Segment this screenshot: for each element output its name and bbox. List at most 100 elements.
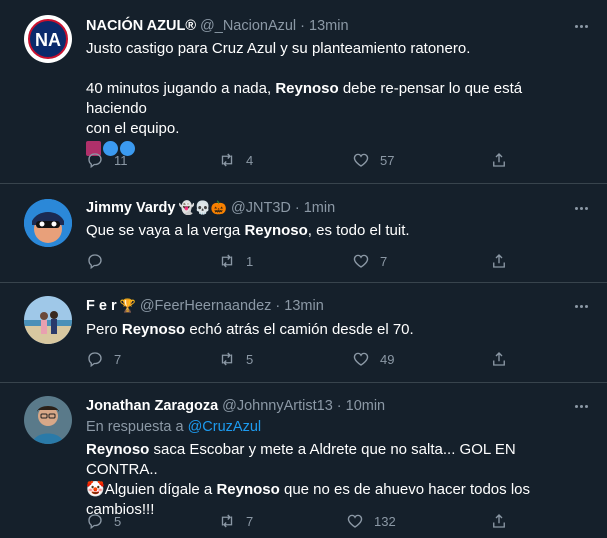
retweet-button[interactable]: 1	[218, 252, 253, 270]
tweet-header: Jimmy Vardy 👻💀🎃 @JNT3D · 1min	[86, 198, 581, 218]
tweet-line: 🤡Alguien dígale a Reynoso que no es de a…	[86, 480, 581, 500]
tweet[interactable]: Jimmy Vardy 👻💀🎃 @JNT3D · 1min Que se vay…	[0, 184, 607, 283]
text-bold: Reynoso	[275, 80, 339, 97]
tweet-text: Pero Reynoso echó atrás el camión desde …	[86, 320, 581, 340]
tweet-actions: 11 4 57	[86, 151, 527, 171]
like-button[interactable]: 49	[352, 350, 394, 368]
heart-icon	[353, 352, 369, 366]
separator-dot: ·	[336, 398, 342, 414]
more-icon[interactable]	[571, 16, 591, 36]
name-emojis: 👻💀🎃	[178, 200, 228, 215]
like-button[interactable]: 132	[346, 512, 396, 530]
text-span: echó atrás el camión desde el 70.	[185, 321, 414, 338]
reply-button[interactable]	[86, 252, 114, 270]
reply-count: 11	[114, 152, 128, 168]
text-span: saca Escobar y mete a Aldrete que no sal…	[86, 441, 516, 478]
tweet-text: Que se vaya a la verga Reynoso, es todo …	[86, 221, 581, 241]
retweet-icon	[221, 254, 233, 268]
avatar[interactable]	[24, 296, 72, 344]
heart-icon	[353, 153, 369, 167]
tweet-line: Reynoso saca Escobar y mete a Aldrete qu…	[86, 440, 581, 480]
share-button[interactable]	[490, 350, 508, 368]
reply-button[interactable]: 7	[86, 350, 121, 368]
retweet-count: 7	[246, 513, 254, 529]
share-button[interactable]	[490, 252, 508, 270]
like-count: 132	[374, 513, 396, 529]
tweet[interactable]: Jonathan Zaragoza @JohnnyArtist13 · 10mi…	[0, 383, 607, 538]
display-name[interactable]: NACIÓN AZUL®	[86, 18, 196, 34]
text-span: , es todo el tuit.	[307, 222, 410, 239]
display-name[interactable]: Jimmy Vardy	[86, 200, 175, 216]
tweet-feed: NA NACIÓN AZUL® @_NacionAzul · 13min Jus…	[0, 0, 607, 538]
svg-text:NA: NA	[35, 30, 61, 50]
avatar[interactable]	[24, 396, 72, 444]
text-bold: Reynoso	[244, 222, 308, 239]
text-span: 40 minutos jugando a nada,	[86, 80, 276, 97]
reply-count: 7	[114, 351, 122, 367]
clown-emoji-icon: 🤡	[86, 481, 105, 498]
retweet-button[interactable]: 4	[218, 151, 253, 169]
avatar-image	[24, 296, 72, 344]
share-icon	[493, 153, 505, 167]
like-count: 49	[380, 351, 395, 367]
text-span: Que se vaya a la verga	[86, 222, 245, 239]
tweet-line: con el equipo.	[86, 120, 180, 137]
text-bold: Reynoso	[86, 441, 150, 458]
reply-button[interactable]: 5	[86, 512, 121, 530]
share-icon	[493, 254, 505, 268]
separator-dot: ·	[300, 18, 306, 34]
reply-count: 5	[114, 513, 122, 529]
like-count: 57	[380, 152, 395, 168]
more-icon[interactable]	[571, 396, 591, 416]
more-icon[interactable]	[571, 296, 591, 316]
avatar[interactable]	[24, 199, 72, 247]
like-button[interactable]: 57	[352, 151, 394, 169]
timestamp[interactable]: 10min	[346, 398, 386, 414]
heart-icon	[347, 514, 363, 528]
text-span: Alguien dígale a	[104, 481, 217, 498]
tweet[interactable]: NA NACIÓN AZUL® @_NacionAzul · 13min Jus…	[0, 0, 607, 184]
separator-dot: ·	[294, 200, 300, 216]
tweet-header: F e r 🏆 @FeerHeernaandez · 13min	[86, 296, 581, 316]
reply-icon	[88, 514, 102, 530]
text-bold: Reynoso	[216, 481, 280, 498]
heart-icon	[353, 254, 369, 268]
user-handle[interactable]: @JNT3D	[231, 200, 291, 216]
tweet-actions: 5 7 132	[86, 512, 527, 532]
reply-icon	[88, 153, 102, 169]
tweet-header: NACIÓN AZUL® @_NacionAzul · 13min	[86, 16, 581, 36]
user-handle[interactable]: @FeerHeernaandez	[140, 298, 272, 314]
avatar-image	[24, 199, 72, 247]
display-name[interactable]: Jonathan Zaragoza	[86, 398, 218, 414]
separator-dot: ·	[275, 298, 281, 314]
reply-target-link[interactable]: @CruzAzul	[188, 419, 262, 435]
timestamp[interactable]: 13min	[284, 298, 324, 314]
avatar-image	[24, 396, 72, 444]
retweet-icon	[221, 153, 233, 167]
retweet-count: 1	[246, 253, 254, 269]
retweet-count: 4	[246, 152, 254, 168]
retweet-icon	[221, 514, 233, 528]
more-icon[interactable]	[571, 198, 591, 218]
timestamp[interactable]: 13min	[309, 18, 349, 34]
retweet-button[interactable]: 7	[218, 512, 253, 530]
nacion-azul-logo: NA	[25, 16, 71, 62]
tweet-line: Justo castigo para Cruz Azul y su plante…	[86, 40, 471, 57]
share-button[interactable]	[490, 512, 508, 530]
name-emojis: 🏆	[119, 298, 136, 313]
share-button[interactable]	[490, 151, 508, 169]
like-button[interactable]: 7	[352, 252, 387, 270]
avatar[interactable]: NA	[24, 15, 72, 63]
user-handle[interactable]: @JohnnyArtist13	[222, 398, 333, 414]
retweet-icon	[221, 352, 233, 366]
display-name[interactable]: F e r	[86, 298, 117, 314]
tweet-line: 40 minutos jugando a nada, Reynoso debe …	[86, 79, 581, 119]
timestamp[interactable]: 1min	[304, 200, 335, 216]
reply-button[interactable]: 11	[86, 151, 128, 169]
tweet[interactable]: F e r 🏆 @FeerHeernaandez · 13min Pero Re…	[0, 283, 607, 383]
text-span: Pero	[86, 321, 122, 338]
retweet-count: 5	[246, 351, 254, 367]
user-handle[interactable]: @_NacionAzul	[200, 18, 296, 34]
retweet-button[interactable]: 5	[218, 350, 253, 368]
